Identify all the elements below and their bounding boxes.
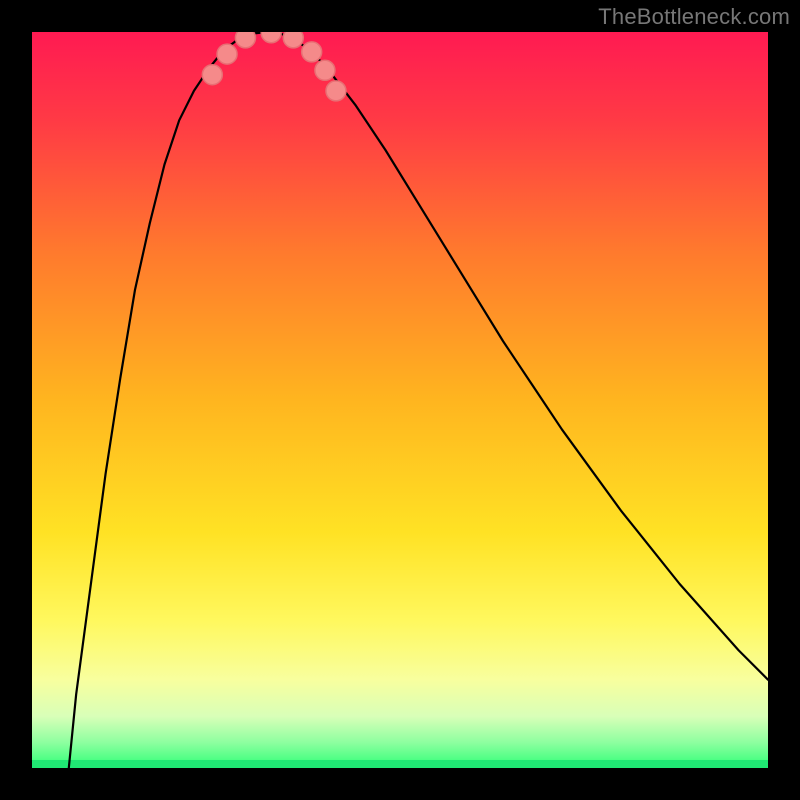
curve-marker [326,81,346,101]
plot-area [32,32,768,768]
curve-marker [217,44,237,64]
chart-svg [32,32,768,768]
chart-background-gradient [32,32,768,768]
chart-stage: TheBottleneck.com [0,0,800,800]
watermark-text: TheBottleneck.com [598,4,790,30]
chart-green-band [32,760,768,768]
curve-marker [315,60,335,80]
curve-marker [302,42,322,62]
curve-marker [283,32,303,48]
curve-marker [202,65,222,85]
curve-marker [235,32,255,48]
